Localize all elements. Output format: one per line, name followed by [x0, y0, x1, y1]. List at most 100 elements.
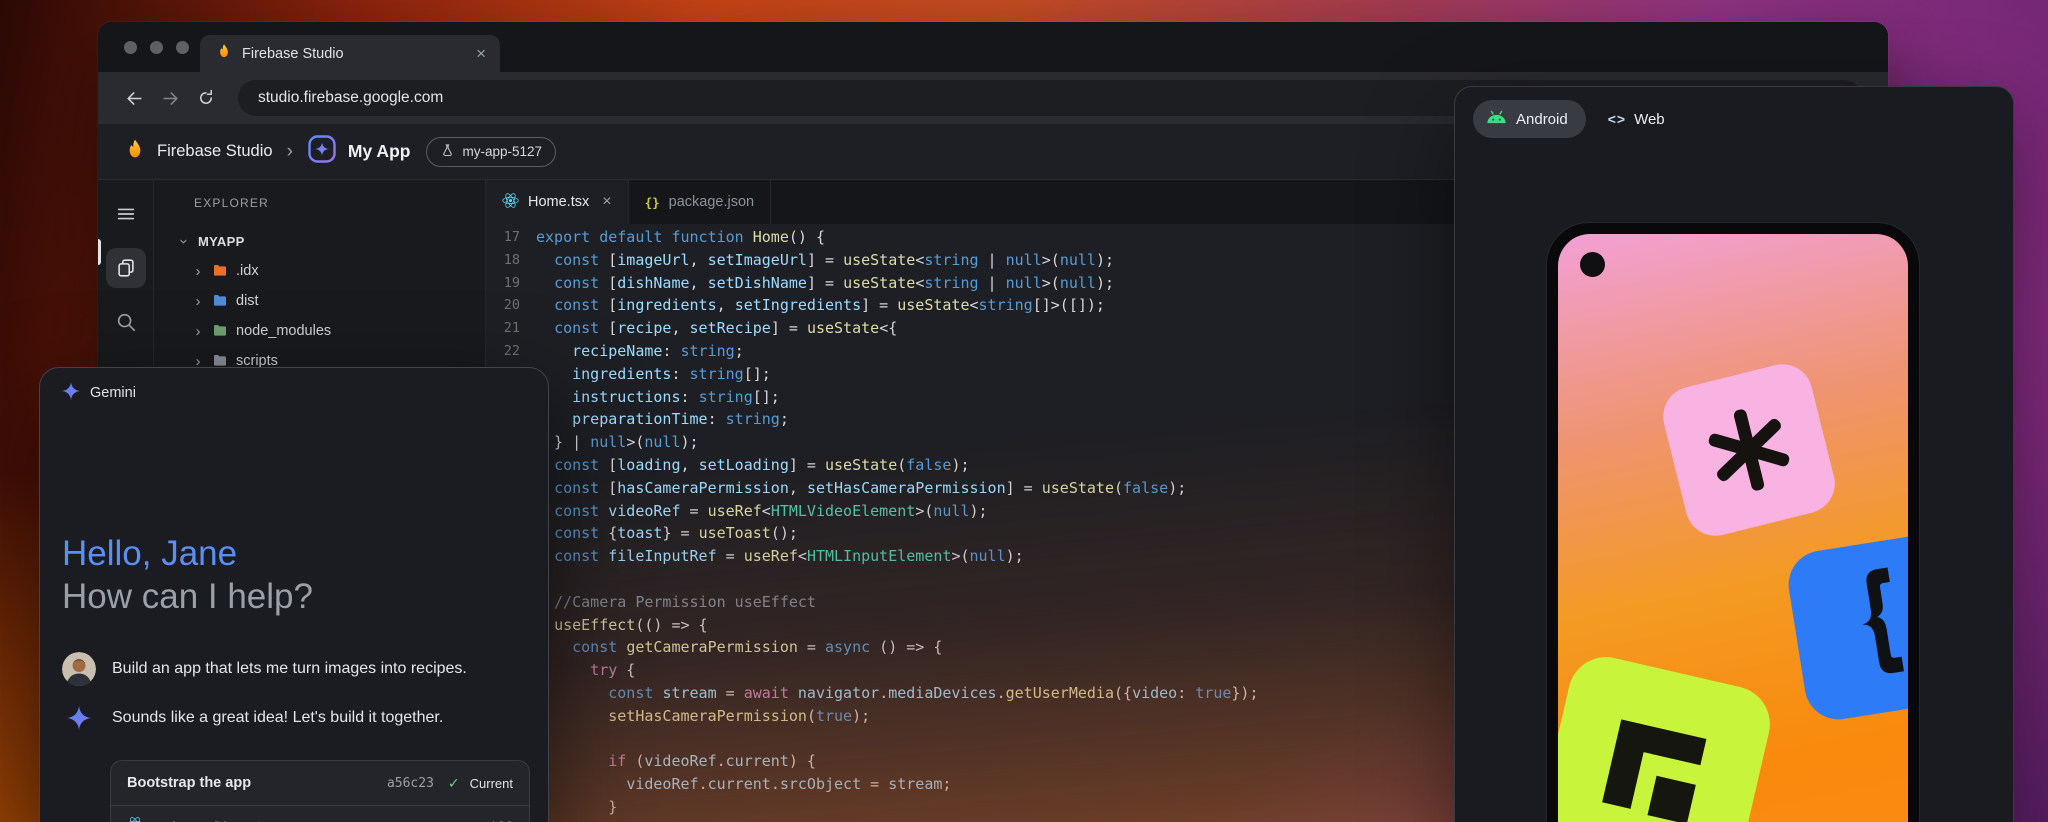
gemini-title: Gemini [90, 385, 136, 401]
react-icon [502, 192, 519, 213]
gemini-star-icon [62, 382, 80, 404]
android-toggle-label: Android [1516, 111, 1568, 128]
code-text: const [ingredients, setIngredients] = us… [520, 294, 1105, 317]
browser-tab[interactable]: Firebase Studio × [200, 35, 500, 72]
react-icon [127, 816, 143, 822]
browser-tab-title: Firebase Studio [242, 46, 466, 62]
explorer-title: EXPLORER [154, 196, 485, 210]
task-card[interactable]: Bootstrap the app a56c23 ✓ Current src/p… [110, 760, 530, 822]
code-text: const videoRef = useRef<HTMLVideoElement… [520, 500, 988, 523]
editor-tab-home-tsx[interactable]: Home.tsx × [486, 180, 629, 224]
commit-hash: a56c23 [387, 776, 434, 791]
changed-file-path: src/pages/Home.tsx [152, 818, 276, 822]
search-view-button[interactable] [106, 302, 146, 342]
line-number: 20 [486, 294, 520, 317]
line-number: 22 [486, 340, 520, 363]
project-badge-label: my-app-5127 [462, 144, 542, 159]
editor-tab-label: Home.tsx [528, 194, 589, 210]
window-zoom-button[interactable] [176, 41, 189, 54]
breadcrumb-app-name[interactable]: My App [348, 141, 411, 162]
code-text: const [hasCameraPermission, setHasCamera… [520, 477, 1186, 500]
folder-icon [212, 263, 228, 279]
code-text: instructions: string[]; [520, 386, 780, 409]
tree-item-idx[interactable]: › .idx [154, 256, 485, 286]
firebase-favicon-icon [216, 41, 232, 66]
phone-screen[interactable] [1558, 234, 1908, 822]
code-text: //Camera Permission useEffect [520, 591, 816, 614]
browser-titlebar: Firebase Studio × [98, 22, 1888, 72]
camera-punch-hole [1580, 252, 1605, 277]
phone-mockup [1547, 223, 1919, 822]
folder-icon [212, 323, 228, 339]
app-prototype-icon [307, 134, 337, 169]
tab-close-icon[interactable]: × [602, 193, 611, 211]
gemini-panel: Gemini Hello, Jane How can I help? Build… [39, 367, 549, 822]
forward-button[interactable] [156, 89, 184, 108]
flask-icon [440, 143, 455, 161]
task-card-title: Bootstrap the app [127, 775, 377, 791]
check-icon: ✓ [448, 775, 460, 792]
window-close-button[interactable] [124, 41, 137, 54]
gemini-star-icon [62, 706, 96, 730]
diff-added-count: +122 [481, 818, 513, 822]
app-tile-asterisk [1657, 358, 1841, 542]
refresh-button[interactable] [192, 89, 220, 107]
android-icon [1486, 110, 1507, 128]
code-icon: <> [1608, 111, 1626, 127]
chevron-right-icon: › [192, 293, 204, 310]
line-number: 21 [486, 317, 520, 340]
preview-panel: Android <> Web [1454, 86, 2014, 822]
active-view-indicator [98, 239, 101, 265]
bracket-icon [1587, 705, 1721, 822]
breadcrumb-separator: › [287, 141, 293, 163]
app-tile-brace [1784, 530, 1908, 725]
chevron-down-icon: › [176, 235, 193, 247]
marketing-background: Firebase Studio × studio.firebase.google… [0, 0, 2048, 822]
task-card-header: Bootstrap the app a56c23 ✓ Current [111, 761, 529, 806]
line-number: 18 [486, 249, 520, 272]
status-badge: Current [470, 776, 513, 791]
tree-root-label: MYAPP [198, 234, 245, 249]
chevron-right-icon: › [192, 323, 204, 340]
line-number: 17 [486, 226, 520, 249]
user-message: Build an app that lets me turn images in… [62, 652, 530, 686]
line-number: 19 [486, 272, 520, 295]
back-button[interactable] [120, 89, 148, 108]
editor-tab-package-json[interactable]: {} package.json [629, 180, 772, 224]
menu-button[interactable] [106, 194, 146, 234]
json-icon: {} [645, 195, 660, 210]
code-text: const getCameraPermission = async () => … [520, 636, 942, 659]
window-controls [124, 41, 189, 54]
project-badge[interactable]: my-app-5127 [426, 137, 556, 167]
tree-item-label: dist [236, 293, 259, 309]
code-text: const [imageUrl, setImageUrl] = useState… [520, 249, 1114, 272]
code-text: setHasCameraPermission(true); [520, 705, 870, 728]
code-text: const [loading, setLoading] = useState(f… [520, 454, 970, 477]
preview-target-toggles: Android <> Web [1455, 87, 2013, 138]
code-text: if (videoRef.current) { [520, 750, 816, 773]
greeting-question: How can I help? [62, 575, 313, 618]
code-text: const fileInputRef = useRef<HTMLInputEle… [520, 545, 1024, 568]
explorer-view-button[interactable] [106, 248, 146, 288]
url-text: studio.firebase.google.com [258, 89, 443, 107]
web-toggle[interactable]: <> Web [1608, 111, 1665, 128]
tab-close-icon[interactable]: × [476, 45, 486, 62]
tree-item-node-modules[interactable]: › node_modules [154, 316, 485, 346]
code-text: const [dishName, setDishName] = useState… [520, 272, 1114, 295]
gemini-header: Gemini [62, 382, 136, 404]
file-tree: › MYAPP › .idx › dist › [154, 226, 485, 376]
gemini-greeting: Hello, Jane How can I help? [62, 532, 313, 618]
android-toggle[interactable]: Android [1473, 100, 1586, 138]
folder-icon [212, 293, 228, 309]
breadcrumb-product[interactable]: Firebase Studio [157, 142, 273, 161]
changed-file-row[interactable]: src/pages/Home.tsx +122 [111, 806, 529, 822]
user-message-text: Build an app that lets me turn images in… [112, 660, 467, 678]
gemini-message: Sounds like a great idea! Let's build it… [62, 706, 530, 730]
window-minimize-button[interactable] [150, 41, 163, 54]
app-tile-bracket [1558, 650, 1777, 822]
tree-root-myapp[interactable]: › MYAPP [154, 226, 485, 256]
web-toggle-label: Web [1634, 111, 1665, 128]
user-avatar [62, 652, 96, 686]
tree-item-dist[interactable]: › dist [154, 286, 485, 316]
code-text: recipeName: string; [520, 340, 744, 363]
